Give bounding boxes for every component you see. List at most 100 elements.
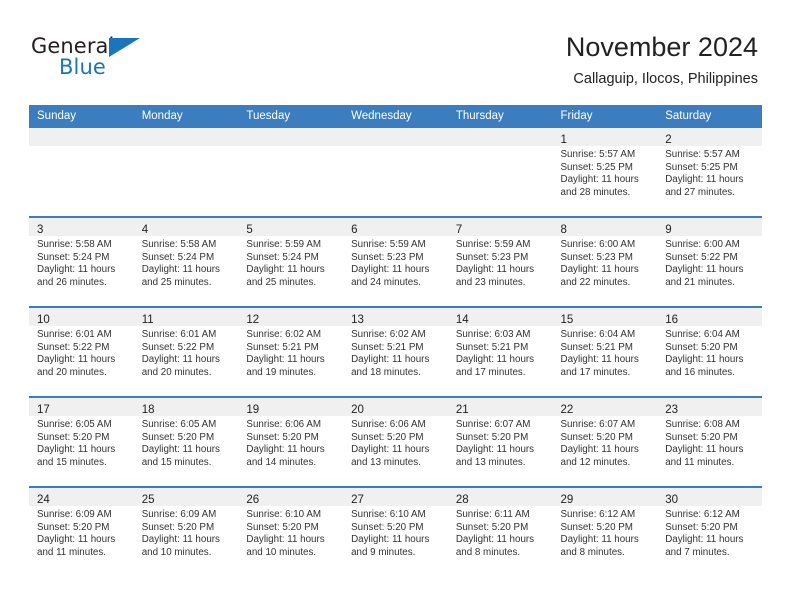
calendar-day-cell[interactable]: 2 Sunrise: 5:57 AM Sunset: 5:25 PM Daylight…	[657, 128, 762, 217]
sunrise-text: Sunrise: 6:11 AM	[455, 509, 530, 520]
daylight-text: Daylight: 11 hours and 15 minutes.	[141, 444, 220, 468]
day-number-band: 25	[133, 488, 239, 506]
calendar-day-cell[interactable]: 26 Sunrise: 6:10 AM Sunset: 5:20 PM Dayligh…	[238, 486, 344, 576]
calendar-day-cell[interactable]: 3 Sunrise: 5:58 AM Sunset: 5:24 PM Daylight…	[29, 216, 134, 307]
calendar-day-cell[interactable]: 22 Sunrise: 6:07 AM Sunset: 5:20 PM Dayligh…	[552, 396, 658, 487]
sunrise-text: Sunrise: 6:10 AM	[351, 509, 426, 520]
calendar-week-row: 10 Sunrise: 6:01 AM Sunset: 5:22 PM Dayligh…	[29, 306, 762, 397]
sunset-text: Sunset: 5:20 PM	[665, 521, 738, 533]
calendar-day-cell[interactable]: 24 Sunrise: 6:09 AM Sunset: 5:20 PM Dayligh…	[29, 486, 134, 576]
calendar-day-cell[interactable]: 6 Sunrise: 5:59 AM Sunset: 5:23 PM Daylight…	[343, 216, 448, 307]
day-number: 18	[141, 404, 155, 416]
day-cell-inner	[29, 128, 134, 216]
day-number: 17	[37, 404, 50, 416]
day-sun-info: Sunrise: 6:08 AM Sunset: 5:20 PM Daylight:…	[657, 416, 762, 469]
calendar-day-cell[interactable]: 12 Sunrise: 6:02 AM Sunset: 5:21 PM Dayligh…	[238, 306, 344, 397]
day-cell-inner	[343, 128, 448, 216]
sunset-text: Sunset: 5:21 PM	[560, 341, 633, 353]
daylight-text: Daylight: 11 hours and 11 minutes.	[37, 534, 116, 558]
general-blue-logo[interactable]: General Blue	[31, 34, 181, 84]
sunset-text: Sunset: 5:24 PM	[37, 251, 110, 263]
sunrise-text: Sunrise: 6:07 AM	[455, 419, 531, 430]
day-number: 30	[665, 494, 679, 506]
calendar-day-cell[interactable]: 5 Sunrise: 5:59 AM Sunset: 5:24 PM Daylight…	[238, 216, 344, 307]
calendar-day-cell[interactable]: 10 Sunrise: 6:01 AM Sunset: 5:22 PM Dayligh…	[29, 306, 134, 397]
day-number-band: 23	[657, 398, 762, 416]
brand-name-blue: Blue	[59, 55, 106, 79]
day-sun-info: Sunrise: 6:12 AM Sunset: 5:20 PM Daylight:…	[657, 506, 762, 559]
day-number-band	[29, 128, 134, 146]
daylight-text: Daylight: 11 hours and 12 minutes.	[560, 444, 639, 468]
daylight-text: Daylight: 11 hours and 28 minutes.	[560, 174, 639, 198]
calendar-day-cell[interactable]: 14 Sunrise: 6:03 AM Sunset: 5:21 PM Dayligh…	[447, 306, 553, 397]
sunset-text: Sunset: 5:23 PM	[560, 251, 633, 263]
day-number-band	[343, 128, 448, 146]
day-number: 28	[455, 494, 469, 506]
daylight-text: Daylight: 11 hours and 22 minutes.	[560, 264, 639, 288]
day-cell-inner: 1 Sunrise: 5:57 AM Sunset: 5:25 PM Daylight…	[552, 128, 658, 216]
calendar-day-cell[interactable]: 17 Sunrise: 6:05 AM Sunset: 5:20 PM Dayligh…	[29, 396, 134, 487]
calendar-day-cell[interactable]: 21 Sunrise: 6:07 AM Sunset: 5:20 PM Dayligh…	[447, 396, 553, 487]
calendar-day-cell[interactable]: 23 Sunrise: 6:08 AM Sunset: 5:20 PM Dayligh…	[657, 396, 762, 487]
calendar-day-cell[interactable]: 8 Sunrise: 6:00 AM Sunset: 5:23 PM Daylight…	[552, 216, 658, 307]
calendar-day-cell[interactable]: 1 Sunrise: 5:57 AM Sunset: 5:25 PM Daylight…	[552, 128, 658, 217]
calendar-day-cell[interactable]: 4 Sunrise: 5:58 AM Sunset: 5:24 PM Daylight…	[133, 216, 239, 307]
day-cell-inner: 21 Sunrise: 6:07 AM Sunset: 5:20 PM Dayligh…	[447, 398, 553, 486]
sunset-text: Sunset: 5:20 PM	[665, 341, 738, 353]
sunset-text: Sunset: 5:23 PM	[351, 251, 424, 263]
day-cell-inner: 26 Sunrise: 6:10 AM Sunset: 5:20 PM Dayligh…	[238, 488, 344, 576]
calendar-body: 1 Sunrise: 5:57 AM Sunset: 5:25 PM Daylight…	[29, 128, 762, 576]
day-number-band	[238, 128, 344, 146]
sunrise-text: Sunrise: 5:59 AM	[351, 239, 426, 250]
day-sun-info: Sunrise: 5:59 AM Sunset: 5:23 PM Daylight:…	[448, 236, 553, 289]
daylight-text: Daylight: 11 hours and 20 minutes.	[37, 354, 116, 378]
calendar-header-row: Sunday Monday Tuesday Wednesday Thursday Frid…	[29, 105, 762, 128]
day-number-band: 13	[343, 308, 448, 326]
daylight-text: Daylight: 11 hours and 18 minutes.	[351, 354, 430, 378]
day-cell-inner: 17 Sunrise: 6:05 AM Sunset: 5:20 PM Dayligh…	[29, 398, 134, 486]
page-title: November 2024	[565, 32, 758, 62]
day-number: 3	[37, 224, 44, 236]
sunrise-text: Sunrise: 6:08 AM	[665, 419, 740, 430]
calendar-day-cell[interactable]: 25 Sunrise: 6:09 AM Sunset: 5:20 PM Dayligh…	[133, 486, 239, 576]
sunset-text: Sunset: 5:21 PM	[455, 341, 529, 353]
sunset-text: Sunset: 5:24 PM	[246, 251, 319, 263]
calendar-day-cell[interactable]: 28 Sunrise: 6:11 AM Sunset: 5:20 PM Dayligh…	[447, 486, 553, 576]
day-cell-inner: 22 Sunrise: 6:07 AM Sunset: 5:20 PM Dayligh…	[552, 398, 658, 486]
day-number: 19	[246, 404, 260, 416]
calendar-day-cell[interactable]: 7 Sunrise: 5:59 AM Sunset: 5:23 PM Daylight…	[447, 216, 553, 307]
calendar-day-cell[interactable]: 15 Sunrise: 6:04 AM Sunset: 5:21 PM Dayligh…	[552, 306, 658, 397]
calendar-day-cell[interactable]: 18 Sunrise: 6:05 AM Sunset: 5:20 PM Dayligh…	[133, 396, 239, 487]
calendar-day-cell[interactable]: 13 Sunrise: 6:02 AM Sunset: 5:21 PM Dayligh…	[343, 306, 448, 397]
sunrise-text: Sunrise: 6:03 AM	[455, 329, 531, 340]
day-sun-info: Sunrise: 6:05 AM Sunset: 5:20 PM Daylight:…	[134, 416, 239, 469]
sunset-text: Sunset: 5:24 PM	[141, 251, 215, 263]
day-sun-info: Sunrise: 6:09 AM Sunset: 5:20 PM Daylight:…	[29, 506, 134, 559]
sunrise-text: Sunrise: 6:02 AM	[246, 329, 322, 340]
calendar-day-cell[interactable]: 11 Sunrise: 6:01 AM Sunset: 5:22 PM Dayligh…	[133, 306, 239, 397]
calendar-day-cell-empty	[343, 128, 448, 217]
daylight-text: Daylight: 11 hours and 7 minutes.	[665, 534, 744, 558]
calendar-day-cell[interactable]: 19 Sunrise: 6:06 AM Sunset: 5:20 PM Dayligh…	[238, 396, 344, 487]
day-number-band: 9	[657, 218, 762, 236]
weekday-header-thursday: Thursday	[447, 105, 553, 128]
daylight-text: Daylight: 11 hours and 24 minutes.	[351, 264, 430, 288]
calendar-week-row: 17 Sunrise: 6:05 AM Sunset: 5:20 PM Dayligh…	[29, 396, 762, 487]
page-header: General Blue November 2024 Callaguip, Il…	[0, 0, 792, 100]
calendar-day-cell[interactable]: 27 Sunrise: 6:10 AM Sunset: 5:20 PM Dayligh…	[343, 486, 448, 576]
day-sun-info: Sunrise: 6:10 AM Sunset: 5:20 PM Daylight:…	[343, 506, 448, 559]
day-number: 15	[560, 314, 574, 326]
daylight-text: Daylight: 11 hours and 25 minutes.	[141, 264, 220, 288]
day-sun-info: Sunrise: 6:00 AM Sunset: 5:22 PM Daylight:…	[657, 236, 762, 289]
calendar-day-cell[interactable]: 30 Sunrise: 6:12 AM Sunset: 5:20 PM Dayligh…	[657, 486, 762, 576]
calendar-day-cell[interactable]: 9 Sunrise: 6:00 AM Sunset: 5:22 PM Daylight…	[657, 216, 762, 307]
day-cell-inner: 15 Sunrise: 6:04 AM Sunset: 5:21 PM Dayligh…	[552, 308, 658, 396]
day-number: 1	[560, 134, 567, 146]
sunset-text: Sunset: 5:20 PM	[351, 431, 424, 443]
sunrise-text: Sunrise: 6:01 AM	[141, 329, 217, 340]
calendar-day-cell[interactable]: 29 Sunrise: 6:12 AM Sunset: 5:20 PM Dayligh…	[552, 486, 658, 576]
calendar-day-cell[interactable]: 20 Sunrise: 6:06 AM Sunset: 5:20 PM Dayligh…	[343, 396, 448, 487]
calendar-day-cell[interactable]: 16 Sunrise: 6:04 AM Sunset: 5:20 PM Dayligh…	[657, 306, 762, 397]
day-sun-info: Sunrise: 6:07 AM Sunset: 5:20 PM Daylight:…	[553, 416, 658, 469]
day-cell-inner: 16 Sunrise: 6:04 AM Sunset: 5:20 PM Dayligh…	[657, 308, 762, 396]
